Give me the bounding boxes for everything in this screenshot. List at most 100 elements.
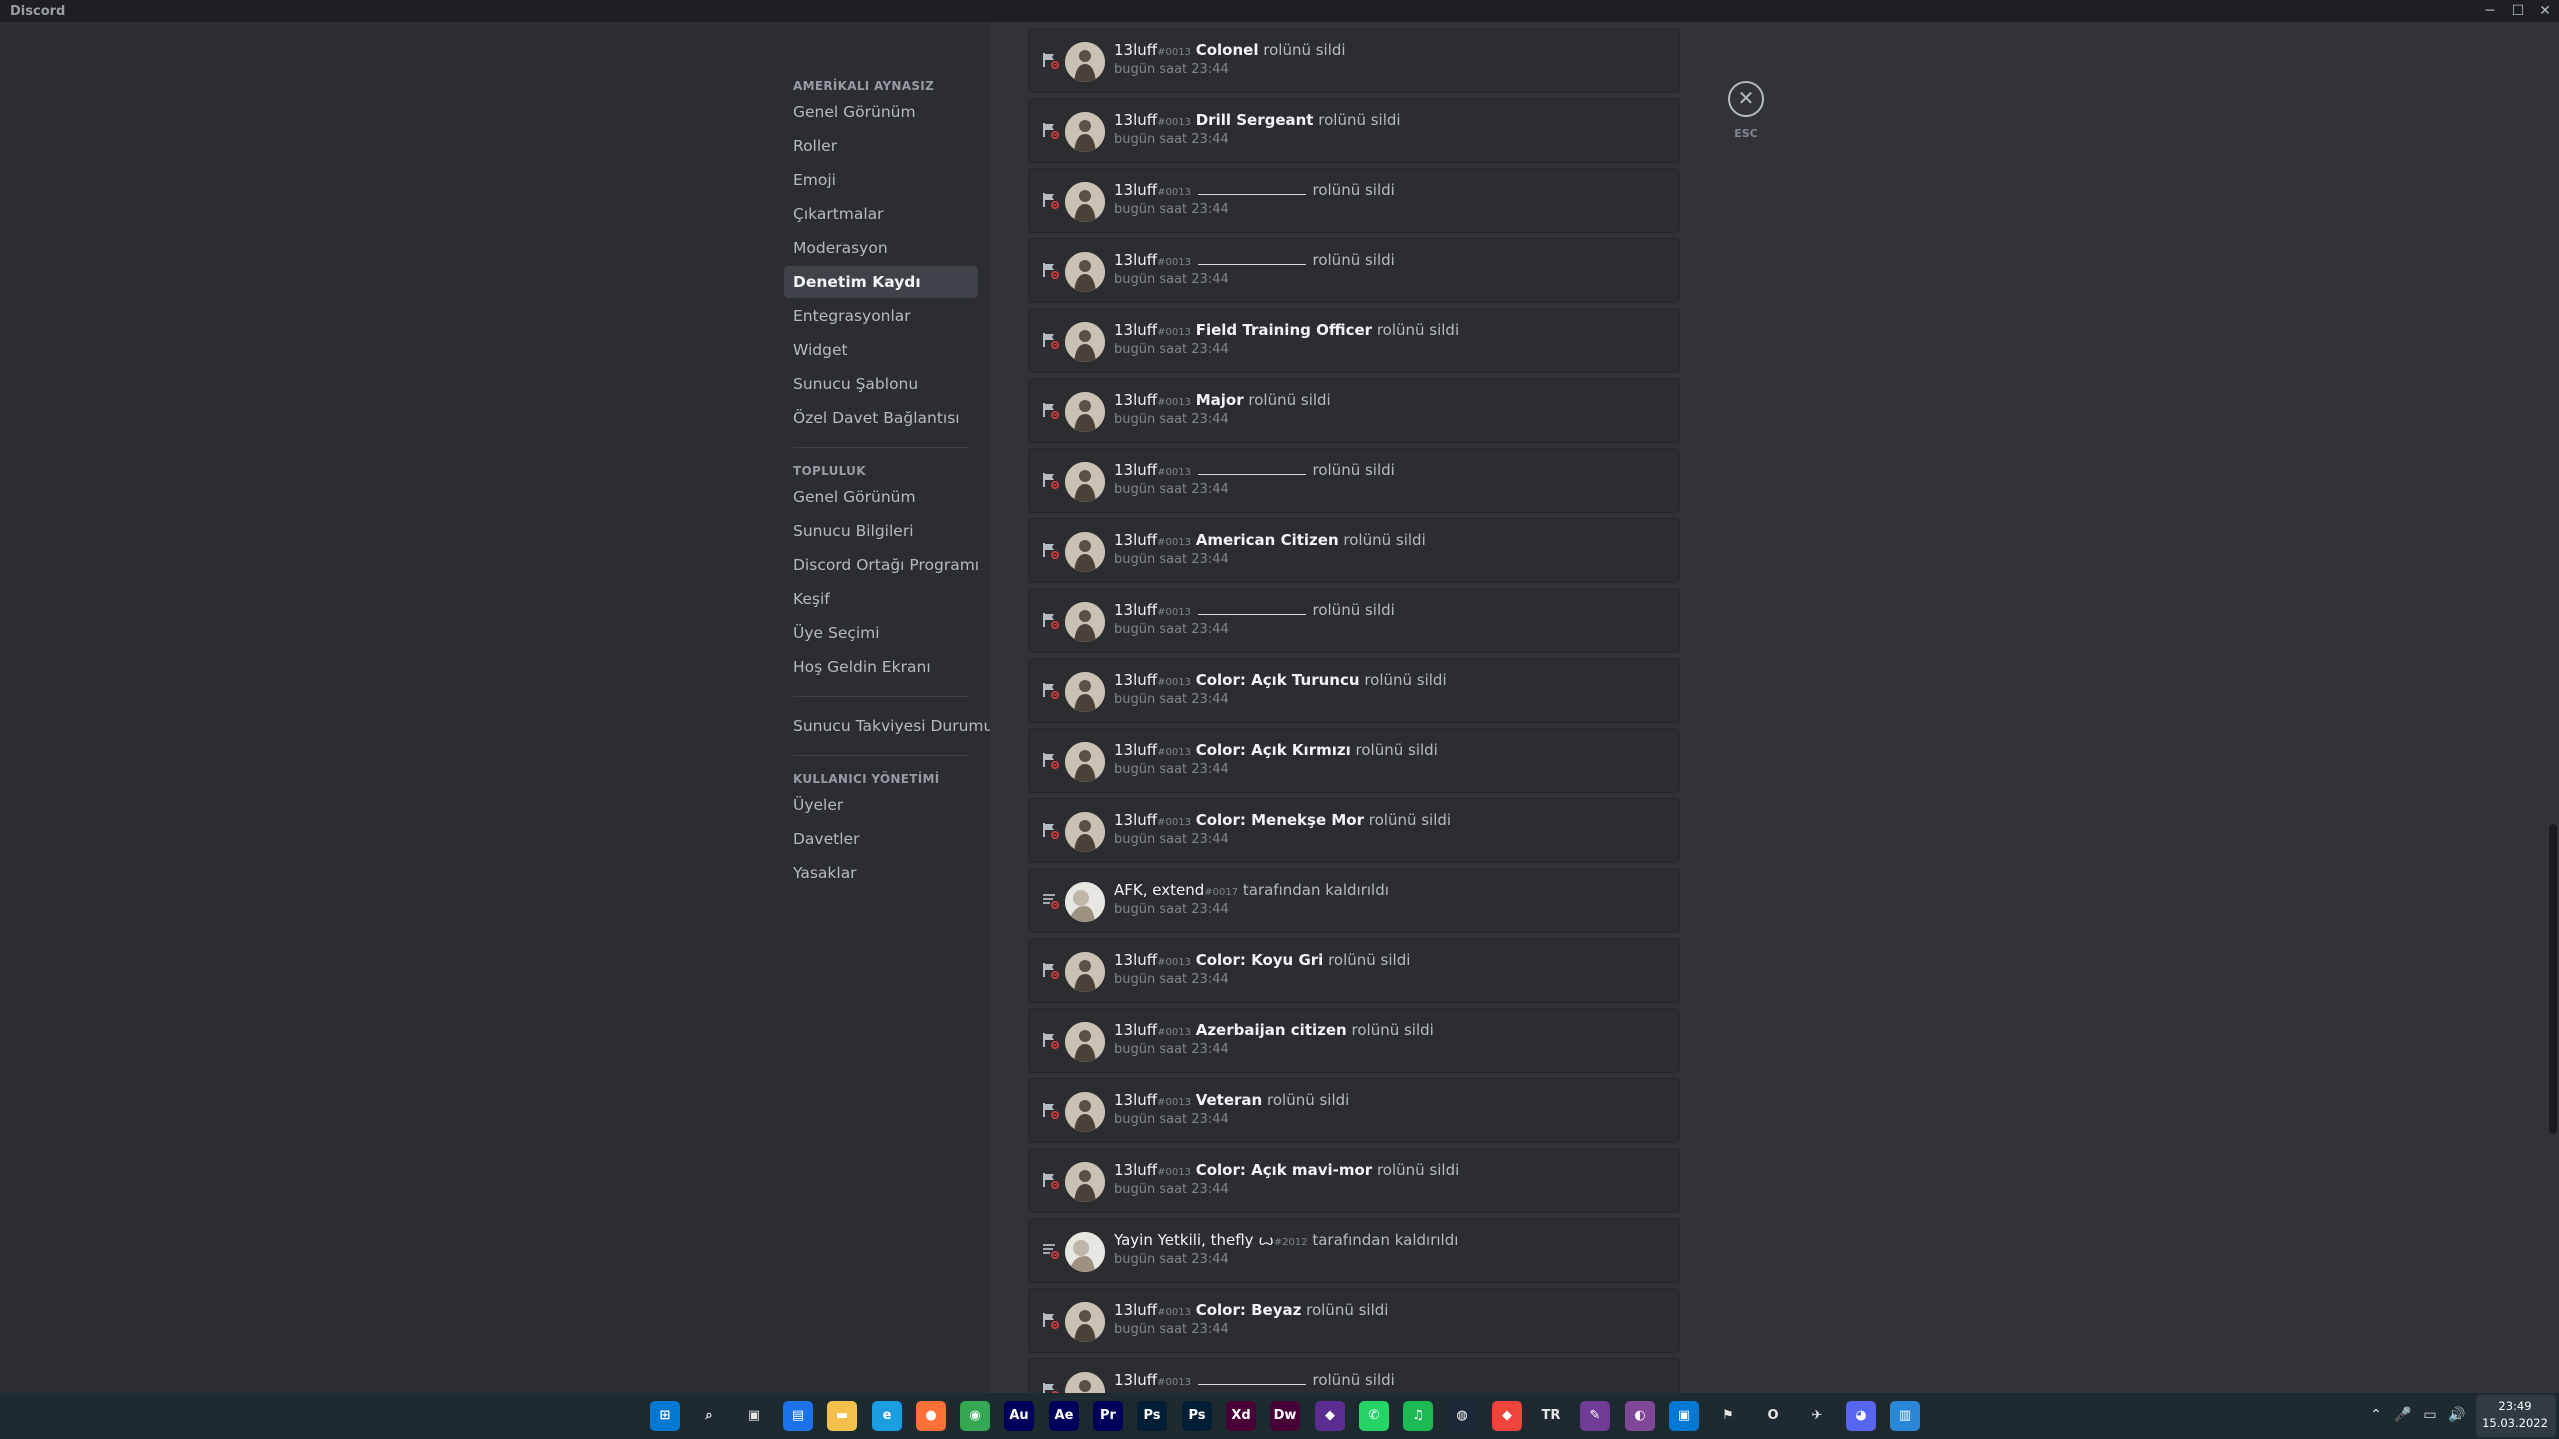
anydesk-icon[interactable]: ◆ [1492,1401,1522,1431]
avatar[interactable] [1065,1372,1105,1393]
lightshot-icon[interactable]: ✎ [1580,1401,1610,1431]
sidebar-item-0-3[interactable]: Çıkartmalar [784,198,978,230]
avatar[interactable] [1065,812,1105,852]
avatar[interactable] [1065,112,1105,152]
task-view-icon[interactable]: ▣ [739,1401,769,1431]
network-app-icon[interactable]: ⚑ [1713,1401,1743,1431]
audit-log-user[interactable]: 13luff [1114,1161,1157,1179]
dreamweaver-icon[interactable]: Dw [1270,1401,1300,1431]
photoshop-alt-icon[interactable]: Ps [1182,1401,1212,1431]
audition-icon[interactable]: Au [1004,1401,1034,1431]
audit-log-user[interactable]: 13luff [1114,321,1157,339]
sidebar-item-1-0[interactable]: Genel Görünüm [784,481,978,513]
avatar[interactable] [1065,322,1105,362]
avatar[interactable] [1065,952,1105,992]
sidebar-item-3-2[interactable]: Yasaklar [784,857,978,889]
avatar[interactable] [1065,392,1105,432]
avatar[interactable] [1065,602,1105,642]
sidebar-item-0-7[interactable]: Widget [784,334,978,366]
audit-log-entry[interactable]: 13luff#0013 rolünü sildi bugün saat 23:44 [1028,238,1680,303]
audit-log-entry[interactable]: 13luff#0013 Color: Koyu Gri rolünü sildi… [1028,938,1680,1003]
avatar[interactable] [1065,1162,1105,1202]
audit-log-entry[interactable]: 13luff#0013 Color: Açık Kırmızı rolünü s… [1028,728,1680,793]
sidebar-item-1-2[interactable]: Discord Ortağı Programı [784,549,979,581]
tr-icon[interactable]: TR [1536,1401,1566,1431]
audit-log-user[interactable]: 13luff [1114,741,1157,759]
avatar[interactable] [1065,1022,1105,1062]
volume-icon[interactable]: 🔊 [2447,1405,2467,1425]
audit-log-user[interactable]: AFK [1114,881,1143,899]
sidebar-item-1-1[interactable]: Sunucu Bilgileri [784,515,978,547]
audit-log-entry[interactable]: 13luff#0013 rolünü sildi bugün saat 23:44 [1028,168,1680,233]
microphone-icon[interactable]: 🎤 [2393,1405,2413,1425]
firefox-icon[interactable]: ● [916,1401,946,1431]
audit-log-entry[interactable]: 13luff#0013 rolünü sildi bugün saat 23:44 [1028,448,1680,513]
avatar[interactable] [1065,462,1105,502]
audit-log-entry[interactable]: 13luff#0013 Color: Açık Turuncu rolünü s… [1028,658,1680,723]
avatar[interactable] [1065,882,1105,922]
sidebar-item-3-1[interactable]: Davetler [784,823,978,855]
after-effects-icon[interactable]: Ae [1049,1401,1079,1431]
audit-log-user[interactable]: 13luff [1114,181,1157,199]
audit-log-user[interactable]: 13luff [1114,41,1157,59]
chrome-icon[interactable]: ◉ [960,1401,990,1431]
sidebar-item-0-5[interactable]: Denetim Kaydı [784,266,978,298]
audit-log-entry[interactable]: 13luff#0013 Azerbaijan citizen rolünü si… [1028,1008,1680,1073]
sidebar-item-0-8[interactable]: Sunucu Şablonu [784,368,978,400]
audit-log-user[interactable]: 13luff [1114,1301,1157,1319]
close-settings-button[interactable]: ✕ [1728,81,1764,117]
sidebar-item-0-0[interactable]: Genel Görünüm [784,96,978,128]
avatar[interactable] [1065,1092,1105,1132]
edge-icon[interactable]: e [872,1401,902,1431]
notepad-icon[interactable]: ▥ [1890,1401,1920,1431]
scrollbar[interactable] [2547,22,2559,1393]
sidebar-item-0-6[interactable]: Entegrasyonlar [784,300,978,332]
audit-log-entry[interactable]: 13luff#0013 Field Training Officer rolün… [1028,308,1680,373]
sidebar-item-0-1[interactable]: Roller [784,130,978,162]
tor-icon[interactable]: ◐ [1625,1401,1655,1431]
sidebar-item-0-4[interactable]: Moderasyon [784,232,978,264]
audit-log-entry[interactable]: 13luff#0013 Major rolünü sildi bugün saat… [1028,378,1680,443]
audit-log-user[interactable]: 13luff [1114,671,1157,689]
maximize-button[interactable]: ☐ [2504,0,2532,22]
audit-log-user[interactable]: 13luff [1114,951,1157,969]
network-icon[interactable]: ▭ [2420,1405,2440,1425]
sidebar-item-2-0[interactable]: Sunucu Takviyesi Durumu [784,710,993,742]
sidebar-item-1-5[interactable]: Hoş Geldin Ekranı [784,651,978,683]
audit-log-entry[interactable]: Yayin Yetkili, thefly ꙍ#2012 tarafından … [1028,1218,1680,1283]
spotify-icon[interactable]: ♫ [1403,1401,1433,1431]
scroll-thumb[interactable] [2549,824,2557,1134]
whatsapp-icon[interactable]: ✆ [1359,1401,1389,1431]
xd-icon[interactable]: Xd [1226,1401,1256,1431]
window-app-icon[interactable]: ▣ [1669,1401,1699,1431]
audit-log-user[interactable]: 13luff [1114,531,1157,549]
close-window-button[interactable]: ✕ [2531,0,2559,22]
audit-log-entry[interactable]: 13luff#0013 Color: Beyaz rolünü sildi bug… [1028,1288,1680,1353]
widgets-icon[interactable]: ▤ [783,1401,813,1431]
sidebar-item-3-0[interactable]: Üyeler [784,789,978,821]
start-button[interactable]: ⊞ [650,1401,680,1431]
audit-log-user[interactable]: 13luff [1114,251,1157,269]
tray-overflow-icon[interactable]: ⌃ [2366,1405,2386,1425]
audit-log-entry[interactable]: 13luff#0013 rolünü sildi [1028,1358,1680,1393]
file-explorer-icon[interactable]: ▬ [827,1401,857,1431]
audit-log-entry[interactable]: AFK, extend#0017 tarafından kaldırıldı bu… [1028,868,1680,933]
photoshop-icon[interactable]: Ps [1137,1401,1167,1431]
audit-log-user[interactable]: 13luff [1114,811,1157,829]
sidebar-item-1-4[interactable]: Üye Seçimi [784,617,978,649]
avatar[interactable] [1065,532,1105,572]
avatar[interactable] [1065,1302,1105,1342]
audit-log-user[interactable]: 13luff [1114,601,1157,619]
audit-log-user[interactable]: 13luff [1114,1371,1157,1389]
opera-icon[interactable]: O [1758,1401,1788,1431]
audit-log-entry[interactable]: 13luff#0013 American Citizen rolünü sild… [1028,518,1680,583]
search-icon[interactable]: ⌕ [694,1401,724,1431]
avatar[interactable] [1065,672,1105,712]
avatar[interactable] [1065,742,1105,782]
audit-log-user[interactable]: 13luff [1114,391,1157,409]
sidebar-item-1-3[interactable]: Keşif [784,583,978,615]
audit-log-user[interactable]: 13luff [1114,461,1157,479]
taskbar-clock[interactable]: 23:49 15.03.2022 [2480,1398,2550,1432]
audit-log-entry[interactable]: 13luff#0013 Color: Açık mavi-mor rolünü … [1028,1148,1680,1213]
minimize-button[interactable]: ─ [2476,0,2504,22]
